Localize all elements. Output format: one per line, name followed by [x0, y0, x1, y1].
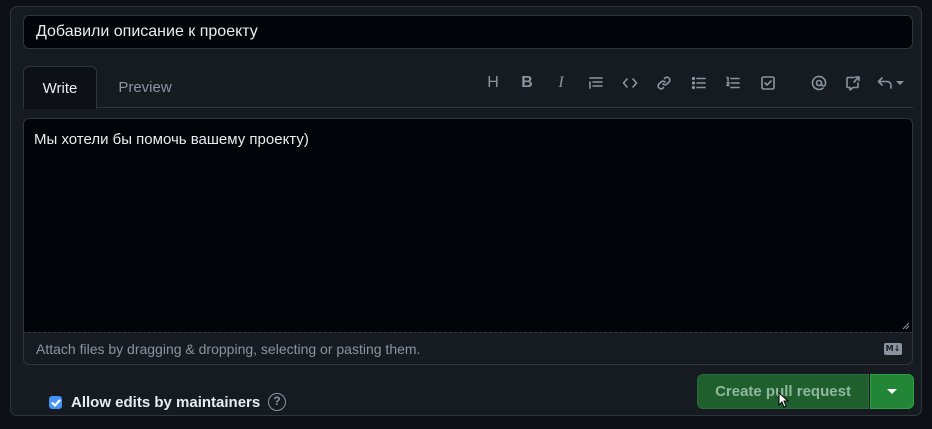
italic-icon[interactable]: I: [550, 72, 572, 94]
allow-edits-checkbox[interactable]: [49, 396, 62, 409]
task-list-icon[interactable]: [757, 72, 779, 94]
attach-files-bar[interactable]: Attach files by dragging & dropping, sel…: [23, 332, 913, 365]
unordered-list-icon[interactable]: [688, 72, 710, 94]
bold-icon[interactable]: B: [516, 72, 538, 94]
help-icon[interactable]: ?: [268, 393, 286, 411]
chevron-down-icon: [896, 81, 904, 85]
tab-preview[interactable]: Preview: [107, 66, 183, 108]
markdown-icon[interactable]: M↓: [884, 343, 902, 355]
description-text: Мы хотели бы помочь вашему проекту): [34, 131, 309, 148]
mouse-pointer-icon: [778, 392, 790, 408]
allow-edits-label[interactable]: Allow edits by maintainers: [71, 394, 260, 411]
attach-hint: Attach files by dragging & dropping, sel…: [36, 341, 421, 357]
pr-title-input[interactable]: Добавили описание к проекту: [23, 15, 913, 49]
undo-icon[interactable]: [877, 72, 911, 94]
ordered-list-icon[interactable]: [722, 72, 744, 94]
tab-write[interactable]: Write: [23, 66, 97, 109]
resize-handle[interactable]: [902, 322, 910, 330]
link-icon[interactable]: [653, 72, 675, 94]
description-textarea[interactable]: Мы хотели бы помочь вашему проекту): [23, 118, 913, 332]
editor-tabs: Write Preview: [23, 66, 913, 109]
caret-down-icon: [887, 389, 897, 394]
create-options-dropdown-button[interactable]: [870, 374, 914, 409]
code-icon[interactable]: [619, 72, 641, 94]
quote-icon[interactable]: [585, 72, 607, 94]
mention-icon[interactable]: [808, 72, 830, 94]
cross-reference-icon[interactable]: [842, 72, 864, 94]
heading-icon[interactable]: H: [482, 72, 504, 94]
